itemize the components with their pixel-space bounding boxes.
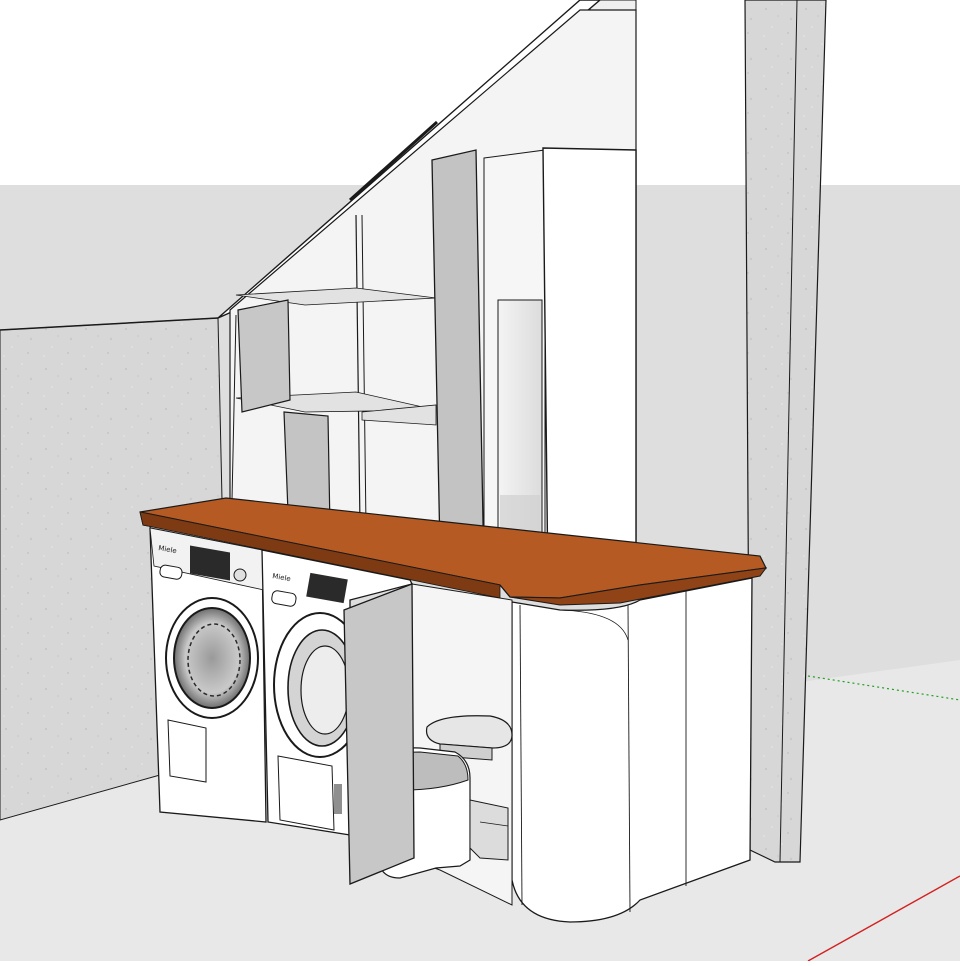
tall-white-door-open	[542, 147, 637, 589]
sketchup-scene: Miele Miele	[0, 0, 960, 962]
base-cabinet-curved	[511, 577, 753, 923]
tall-grey-door-open	[431, 149, 485, 577]
dryer-side-door-open	[343, 583, 415, 885]
upper-left-door-open	[237, 299, 291, 413]
washing-machine	[149, 527, 267, 823]
